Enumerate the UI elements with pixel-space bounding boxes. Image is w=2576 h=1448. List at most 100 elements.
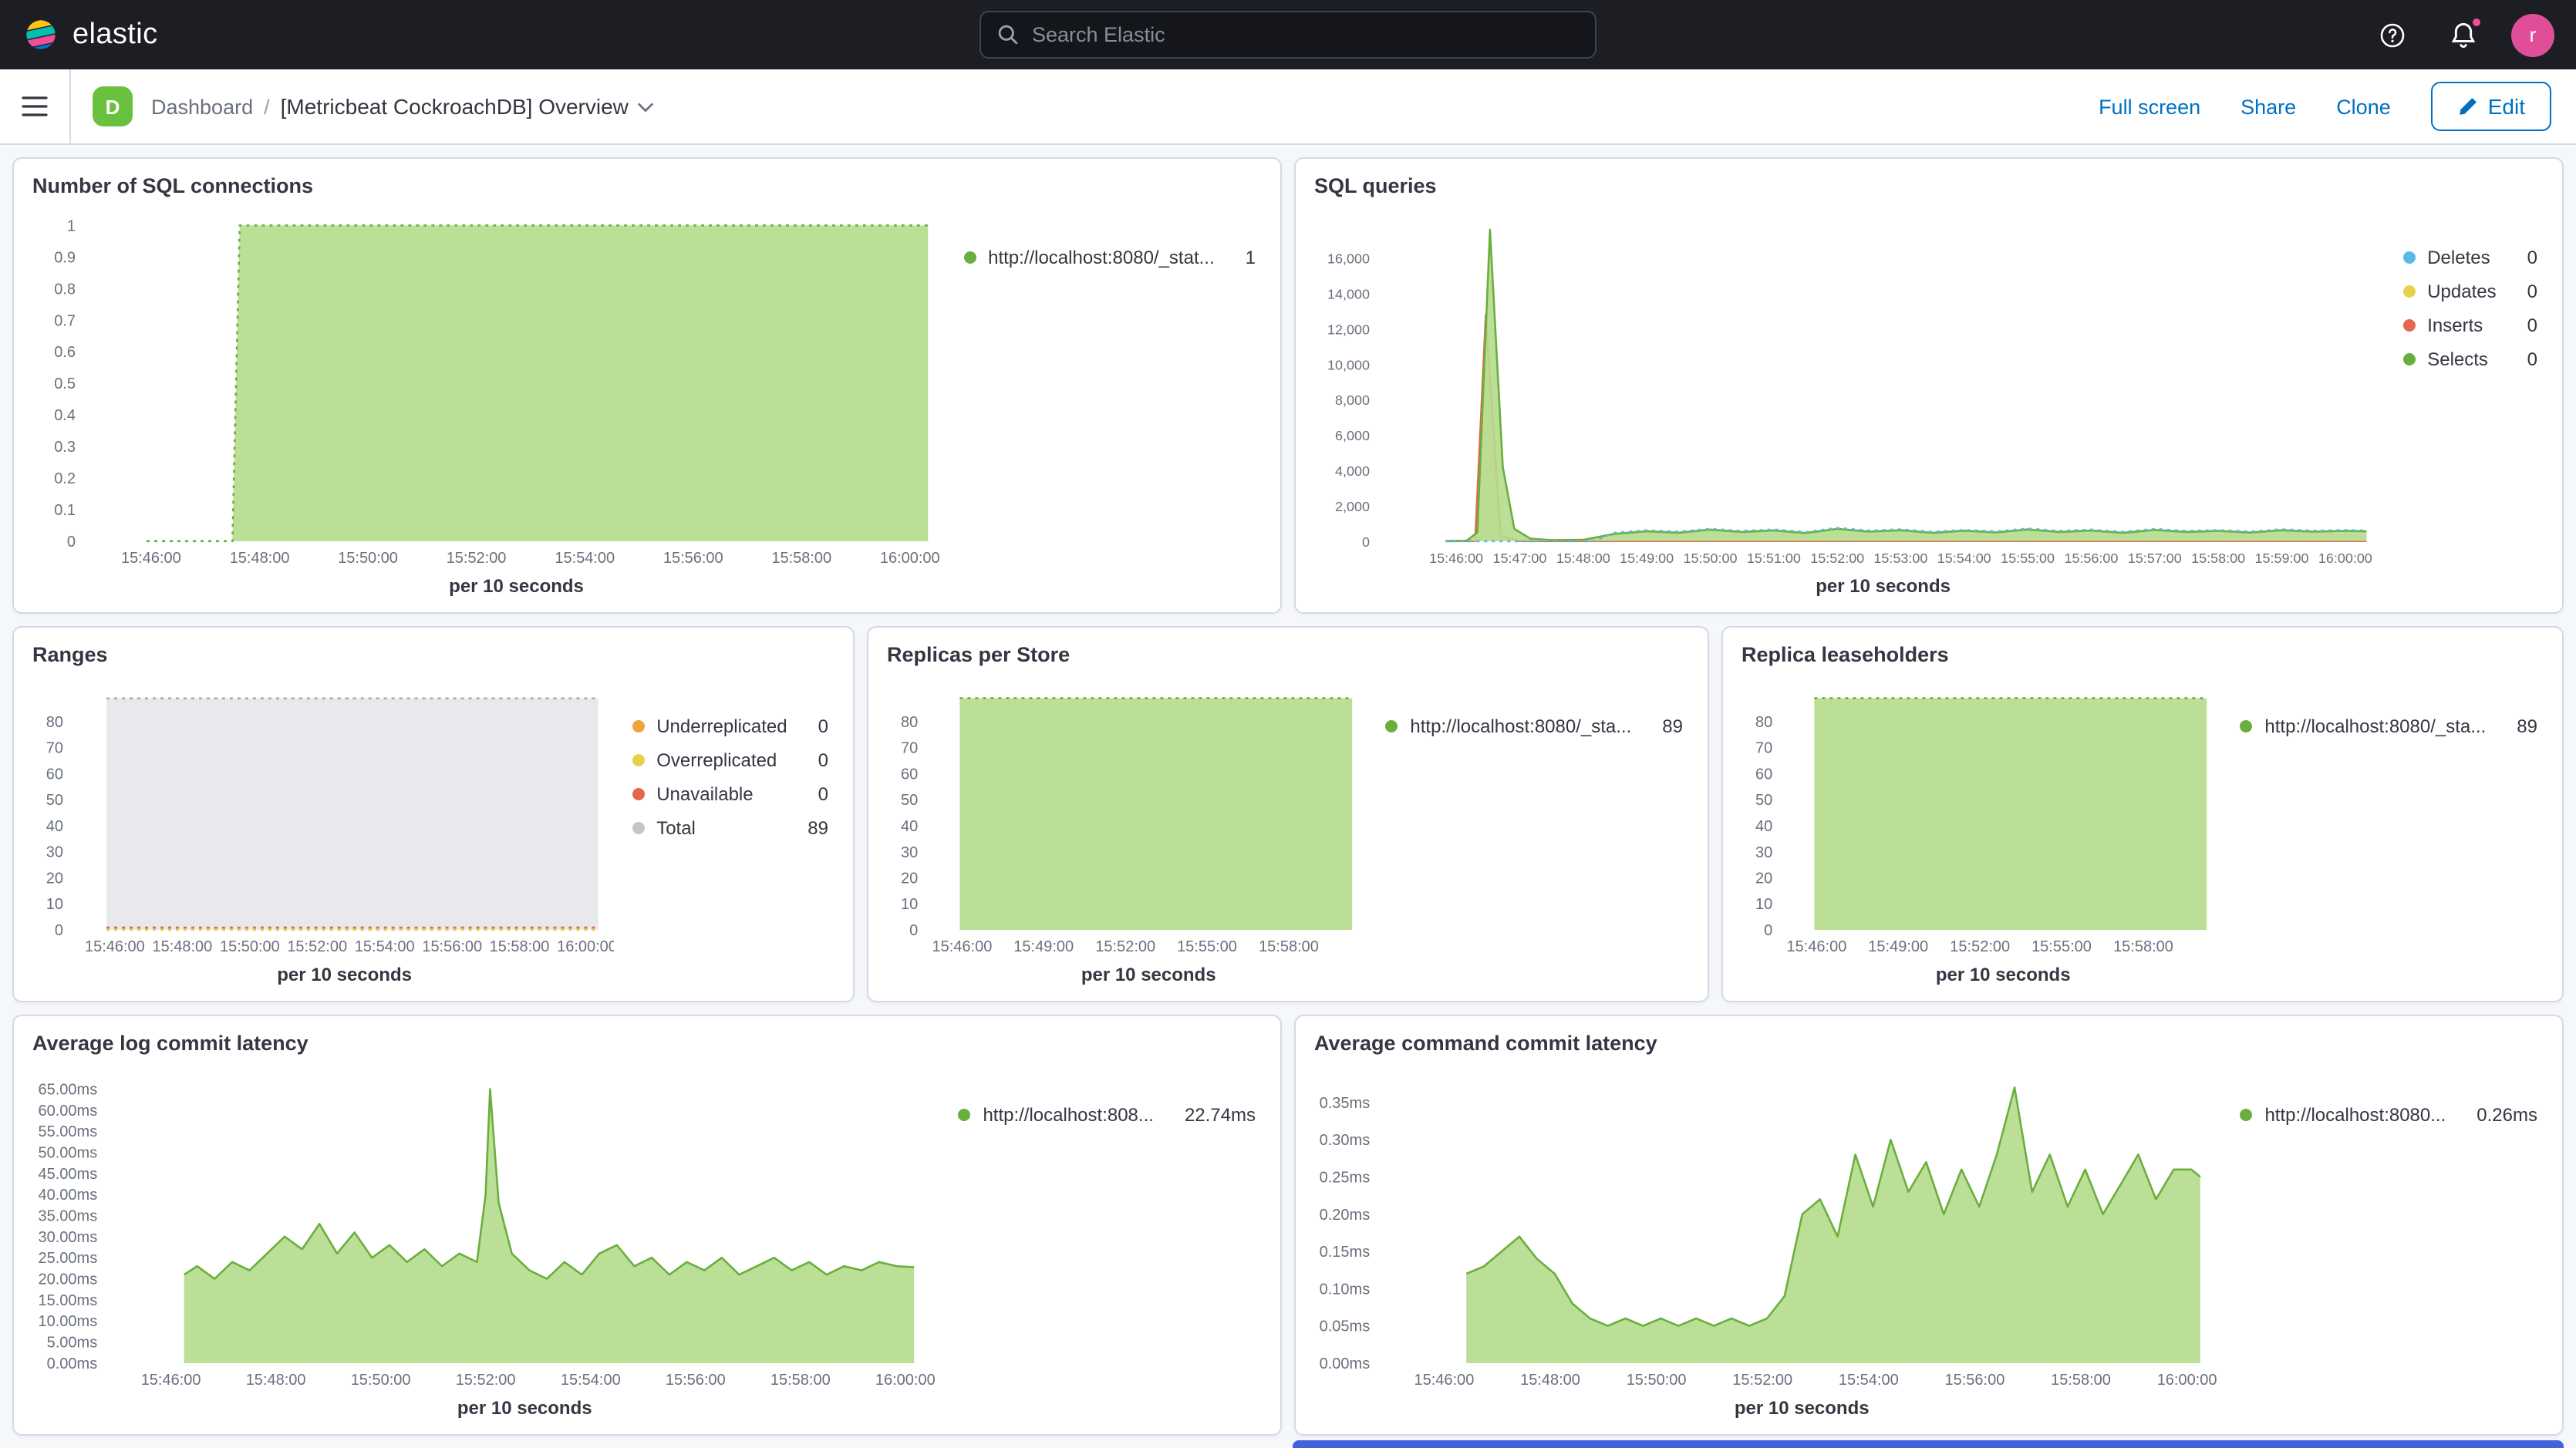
log-commit-latency-area-chart[interactable]: 0.00ms5.00ms10.00ms15.00ms20.00ms25.00ms… (29, 1064, 939, 1394)
command-commit-latency-area-chart[interactable]: 0.00ms0.05ms0.10ms0.15ms0.20ms0.25ms0.30… (1311, 1064, 2221, 1394)
svg-text:15:55:00: 15:55:00 (2031, 938, 2092, 955)
user-avatar[interactable]: r (2511, 13, 2554, 56)
legend-item[interactable]: http://localhost:8080...0.26ms (2240, 1104, 2537, 1126)
elastic-logo-icon[interactable] (22, 12, 59, 58)
chart-area: 0102030405060708015:46:0015:48:0015:50:0… (29, 675, 838, 988)
svg-text:0.4: 0.4 (54, 407, 76, 424)
panel-title: Average command commit latency (1311, 1029, 2547, 1064)
legend-label: Updates (2427, 281, 2496, 302)
chart-area: 00.10.20.30.40.50.60.70.80.9115:46:0015:… (29, 207, 1265, 600)
svg-text:15:58:00: 15:58:00 (2051, 1372, 2111, 1389)
full-screen-button[interactable]: Full screen (2099, 95, 2200, 118)
legend-item[interactable]: http://localhost:808...22.74ms (958, 1104, 1256, 1126)
legend-item[interactable]: http://localhost:8080/_stat...1 (963, 247, 1256, 268)
svg-text:16:00:00: 16:00:00 (875, 1372, 936, 1389)
search-input[interactable] (1032, 23, 1580, 46)
legend-value: 0 (787, 749, 828, 771)
edit-button[interactable]: Edit (2431, 82, 2551, 131)
svg-text:70: 70 (46, 740, 63, 757)
chart-area: 0.00ms0.05ms0.10ms0.15ms0.20ms0.25ms0.30… (1311, 1064, 2547, 1422)
clone-button[interactable]: Clone (2336, 95, 2391, 118)
chart-legend: http://localhost:8080/_sta...89 (1367, 675, 1692, 988)
svg-text:20.00ms: 20.00ms (39, 1271, 98, 1288)
legend-item[interactable]: Updates0 (2402, 281, 2537, 302)
chart-legend: Underreplicated0 Overreplicated0 Unavailab… (613, 675, 838, 988)
svg-text:15:48:00: 15:48:00 (1556, 551, 1610, 566)
svg-text:15:54:00: 15:54:00 (1839, 1372, 1899, 1389)
legend-value: 22.74ms (1154, 1104, 1256, 1126)
legend-item[interactable]: http://localhost:8080/_sta...89 (1385, 716, 1683, 737)
breadcrumb-current-title[interactable]: [Metricbeat CockroachDB] Overview (281, 94, 655, 119)
sql-queries-area-chart[interactable]: 02,0004,0006,0008,00010,00012,00014,0001… (1311, 207, 2384, 572)
legend-item[interactable]: Overreplicated0 (632, 749, 828, 771)
panel-replicas-per-store: Replicas per Store 0102030405060708015:4… (867, 626, 1709, 1002)
x-axis-title: per 10 seconds (1738, 961, 2221, 988)
svg-text:16:00:00: 16:00:00 (880, 550, 940, 567)
legend-item[interactable]: http://localhost:8080/_sta...89 (2240, 716, 2537, 737)
legend-label: http://localhost:8080/_sta... (1410, 716, 1631, 737)
replica-leaseholders-area-chart[interactable]: 0102030405060708015:46:0015:49:0015:52:0… (1738, 675, 2221, 961)
chart-legend: http://localhost:8080/_stat...1 (945, 207, 1265, 600)
svg-text:15:46:00: 15:46:00 (1786, 938, 1846, 955)
svg-text:25.00ms: 25.00ms (39, 1250, 98, 1267)
search-icon (996, 23, 1020, 46)
breadcrumb-dashboard[interactable]: Dashboard (151, 95, 253, 118)
legend-item[interactable]: Selects0 (2402, 349, 2537, 370)
legend-color-dot (1385, 720, 1398, 732)
share-button[interactable]: Share (2241, 95, 2296, 118)
svg-text:10.00ms: 10.00ms (39, 1313, 98, 1330)
svg-text:15:58:00: 15:58:00 (2191, 551, 2245, 566)
svg-text:16,000: 16,000 (1327, 251, 1370, 267)
svg-text:4,000: 4,000 (1335, 463, 1370, 479)
svg-text:15:48:00: 15:48:00 (230, 550, 290, 567)
replicas-per-store-area-chart[interactable]: 0102030405060708015:46:0015:49:0015:52:0… (884, 675, 1367, 961)
svg-text:10,000: 10,000 (1327, 357, 1370, 372)
svg-text:15:54:00: 15:54:00 (355, 938, 415, 955)
legend-color-dot (632, 720, 644, 732)
panel-title: Replicas per Store (884, 640, 1692, 675)
legend-color-dot (963, 251, 976, 264)
legend-item[interactable]: Inserts0 (2402, 315, 2537, 336)
svg-text:0: 0 (1362, 534, 1370, 550)
panel-row-2: Ranges 0102030405060708015:46:0015:48:00… (12, 626, 2564, 1002)
svg-text:0.10ms: 0.10ms (1320, 1281, 1371, 1298)
legend-item[interactable]: Deletes0 (2402, 247, 2537, 268)
dashboard-grid: Number of SQL connections 00.10.20.30.40… (0, 145, 2576, 1448)
space-avatar[interactable]: D (93, 86, 133, 126)
svg-text:10: 10 (1755, 896, 1772, 913)
legend-item[interactable]: Total89 (632, 817, 828, 839)
menu-icon[interactable] (0, 69, 71, 143)
global-search[interactable] (979, 11, 1597, 59)
svg-text:15.00ms: 15.00ms (39, 1292, 98, 1309)
svg-text:20: 20 (901, 870, 918, 887)
svg-text:35.00ms: 35.00ms (39, 1208, 98, 1225)
legend-item[interactable]: Underreplicated0 (632, 716, 828, 737)
panel-title: Ranges (29, 640, 838, 675)
x-axis-title: per 10 seconds (884, 961, 1367, 988)
svg-text:15:58:00: 15:58:00 (770, 1372, 831, 1389)
x-axis-title: per 10 seconds (29, 961, 613, 988)
x-axis-title: per 10 seconds (29, 572, 945, 600)
svg-text:30: 30 (901, 844, 918, 861)
svg-text:0.00ms: 0.00ms (47, 1355, 98, 1372)
panel-sql-queries: SQL queries 02,0004,0006,0008,00010,0001… (1294, 157, 2564, 614)
svg-text:20: 20 (46, 870, 63, 887)
legend-label: http://localhost:808... (983, 1104, 1154, 1126)
svg-text:0.7: 0.7 (54, 312, 76, 329)
legend-value: 0 (2497, 349, 2537, 370)
legend-value: 89 (1631, 716, 1683, 737)
legend-value: 89 (2486, 716, 2537, 737)
svg-text:16:00:00: 16:00:00 (2157, 1372, 2217, 1389)
svg-text:15:58:00: 15:58:00 (2113, 938, 2173, 955)
legend-item[interactable]: Unavailable0 (632, 783, 828, 805)
ranges-area-chart[interactable]: 0102030405060708015:46:0015:48:0015:50:0… (29, 675, 613, 961)
plot: 0.00ms0.05ms0.10ms0.15ms0.20ms0.25ms0.30… (1311, 1064, 2221, 1422)
dashboard-toolbar: D Dashboard / [Metricbeat CockroachDB] O… (0, 69, 2576, 145)
help-icon[interactable] (2369, 12, 2416, 58)
svg-text:70: 70 (901, 740, 918, 757)
edit-button-label: Edit (2488, 94, 2525, 119)
chart-legend: http://localhost:808...22.74ms (939, 1064, 1265, 1422)
plot: 0102030405060708015:46:0015:49:0015:52:0… (884, 675, 1367, 988)
sql-connections-area-chart[interactable]: 00.10.20.30.40.50.60.70.80.9115:46:0015:… (29, 207, 945, 572)
notifications-icon[interactable] (2440, 12, 2487, 58)
